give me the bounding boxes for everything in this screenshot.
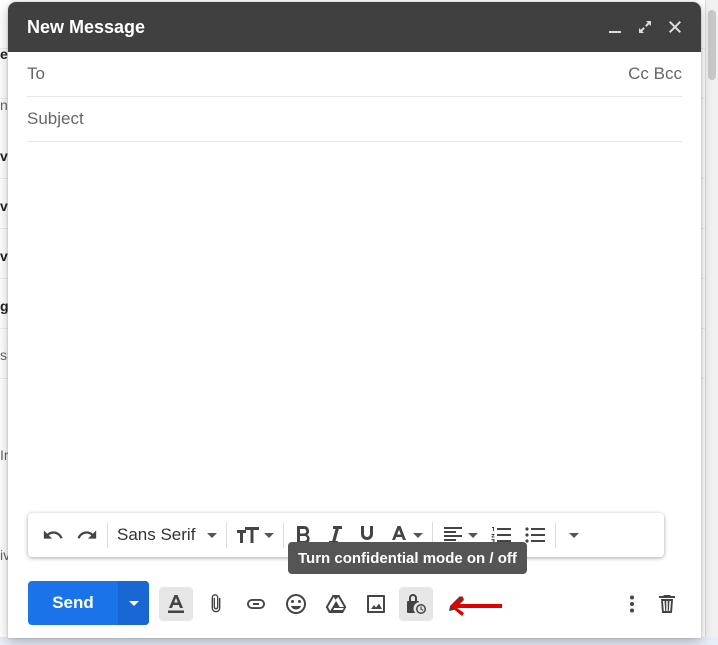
to-label: To — [27, 64, 45, 83]
emoji-icon[interactable] — [279, 587, 313, 621]
chevron-down-icon — [129, 600, 139, 606]
compose-title: New Message — [27, 16, 146, 37]
undo-icon[interactable] — [36, 519, 70, 551]
close-icon[interactable] — [663, 15, 687, 39]
list-item-text: v — [0, 248, 8, 264]
message-body[interactable] — [27, 144, 682, 504]
scrollbar-thumb[interactable] — [708, 10, 716, 80]
confidential-mode-tooltip: Turn confidential mode on / off — [288, 542, 527, 574]
paperclip-icon[interactable] — [199, 587, 233, 621]
link-icon[interactable] — [239, 587, 273, 621]
font-select[interactable]: Sans Serif — [111, 519, 223, 551]
formatting-options-icon[interactable] — [159, 587, 193, 621]
minimize-icon[interactable] — [603, 15, 627, 39]
photo-icon[interactable] — [359, 587, 393, 621]
redo-icon[interactable] — [70, 519, 104, 551]
divider — [107, 522, 108, 548]
chevron-down-icon — [207, 532, 218, 538]
cc-bcc-link[interactable]: Cc Bcc — [628, 64, 682, 84]
list-item-text: v — [0, 148, 8, 164]
chevron-down-icon — [468, 532, 479, 538]
divider — [555, 522, 557, 548]
scrollbar-track[interactable] — [705, 0, 718, 645]
send-label: Send — [28, 581, 119, 625]
confidential-mode-icon[interactable] — [399, 587, 433, 621]
send-button[interactable]: Send — [28, 581, 149, 625]
subject-input[interactable]: Subject — [27, 97, 682, 142]
red-arrow-icon — [448, 594, 504, 623]
schedule-send-dropdown[interactable] — [119, 581, 149, 625]
expand-icon[interactable] — [633, 15, 657, 39]
compose-titlebar[interactable]: New Message — [8, 2, 701, 52]
font-name: Sans Serif — [117, 525, 196, 544]
trash-icon[interactable] — [650, 587, 684, 621]
to-field[interactable]: To Cc Bcc — [27, 52, 682, 97]
bottom-strip — [0, 637, 718, 645]
chevron-down-icon — [264, 532, 275, 538]
list-item-text: n — [0, 97, 8, 113]
divider — [283, 522, 285, 548]
list-item-text: v — [0, 198, 8, 214]
more-vert-icon[interactable] — [615, 587, 649, 621]
drive-icon[interactable] — [319, 587, 353, 621]
chevron-down-icon — [569, 532, 580, 538]
text-size-icon[interactable] — [230, 519, 280, 551]
subject-placeholder: Subject — [27, 109, 84, 128]
chevron-down-icon — [413, 532, 424, 538]
more-formatting-icon[interactable] — [559, 519, 585, 551]
divider — [226, 522, 228, 548]
